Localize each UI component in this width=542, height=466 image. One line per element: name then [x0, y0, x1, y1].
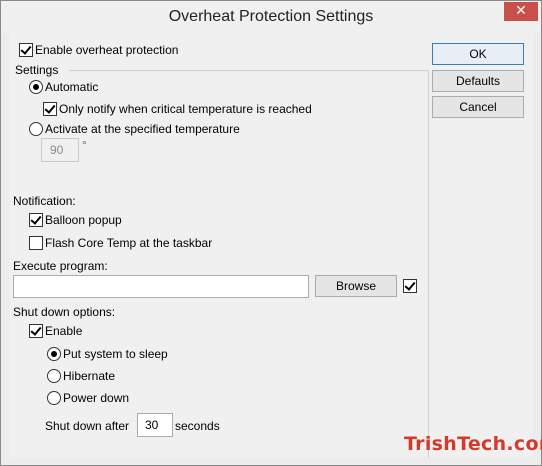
automatic-radio[interactable]	[29, 80, 43, 94]
settings-group-border	[428, 70, 429, 458]
watermark-logo: TrishTech.com	[404, 433, 542, 455]
title-bar[interactable]: Overheat Protection Settings ✕	[1, 1, 541, 33]
window-title: Overheat Protection Settings	[168, 8, 374, 25]
power-down-radio[interactable]	[47, 391, 61, 405]
shutdown-after-value: 30	[145, 418, 159, 432]
execute-program-checkbox[interactable]	[403, 279, 417, 293]
temperature-input[interactable]: 90	[41, 138, 79, 162]
enable-overheat-checkbox[interactable]	[19, 43, 33, 57]
temperature-unit: °	[82, 138, 87, 152]
shutdown-enable-label: Enable	[45, 324, 83, 338]
enable-overheat-label: Enable overheat protection	[35, 43, 179, 57]
power-down-label: Power down	[63, 391, 130, 405]
execute-program-label: Execute program:	[13, 259, 108, 273]
temperature-value: 90	[50, 143, 64, 157]
shutdown-enable-checkbox[interactable]	[29, 324, 43, 338]
execute-program-input[interactable]	[13, 275, 309, 298]
activate-temperature-radio[interactable]	[29, 122, 43, 136]
seconds-label: seconds	[175, 419, 220, 433]
hibernate-label: Hibernate	[63, 369, 116, 383]
shutdown-after-input[interactable]: 30	[137, 413, 173, 437]
flash-taskbar-checkbox[interactable]	[29, 236, 43, 250]
dialog-window: Overheat Protection Settings ✕ Enable ov…	[0, 0, 542, 466]
balloon-popup-label: Balloon popup	[45, 213, 122, 227]
sleep-label: Put system to sleep	[63, 347, 168, 361]
settings-divider	[69, 70, 429, 71]
shutdown-options-label: Shut down options:	[13, 305, 116, 319]
ok-button[interactable]: OK	[432, 43, 524, 65]
only-notify-label: Only notify when critical temperature is…	[59, 102, 312, 116]
settings-group-label: Settings	[15, 63, 59, 77]
cancel-button[interactable]: Cancel	[432, 96, 524, 118]
sleep-radio[interactable]	[47, 347, 61, 361]
hibernate-radio[interactable]	[47, 369, 61, 383]
balloon-popup-checkbox[interactable]	[29, 213, 43, 227]
browse-button[interactable]: Browse	[315, 275, 397, 297]
shutdown-after-label: Shut down after	[45, 419, 130, 433]
only-notify-checkbox[interactable]	[43, 102, 57, 116]
notification-label: Notification:	[13, 194, 76, 208]
defaults-button[interactable]: Defaults	[432, 70, 524, 92]
close-icon[interactable]: ✕	[504, 2, 538, 21]
flash-taskbar-label: Flash Core Temp at the taskbar	[45, 236, 213, 250]
dialog-client: Enable overheat protection Settings Auto…	[9, 33, 533, 458]
automatic-label: Automatic	[45, 80, 99, 94]
activate-temperature-label: Activate at the specified temperature	[45, 122, 240, 136]
